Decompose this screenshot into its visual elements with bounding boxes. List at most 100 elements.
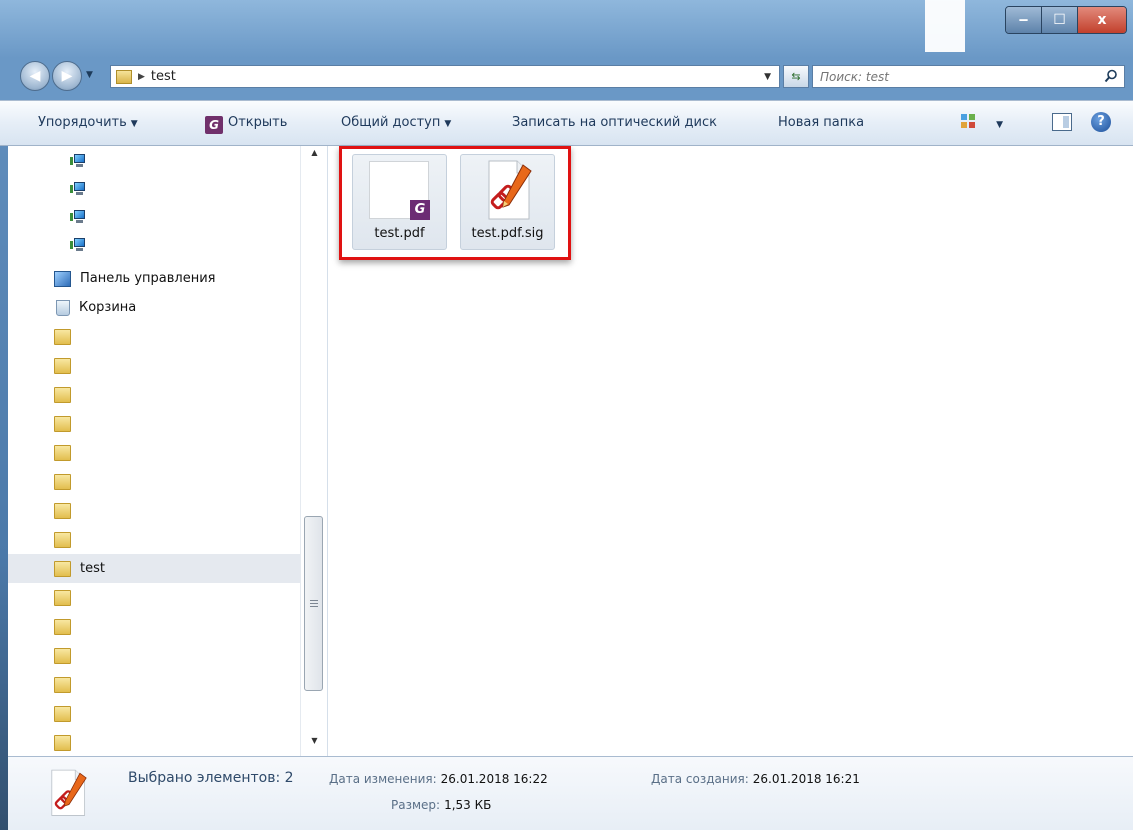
breadcrumb-chevron-icon[interactable]: ▶: [138, 72, 145, 82]
signature-file-icon: [51, 769, 87, 816]
nav-item-folder[interactable]: [8, 467, 308, 496]
help-button[interactable]: ?: [1091, 112, 1111, 132]
refresh-button[interactable]: ⇆: [783, 65, 809, 88]
share-label: Общий доступ: [341, 115, 441, 130]
folder-icon: [54, 531, 71, 548]
folder-icon: [54, 618, 71, 635]
folder-icon: [54, 589, 71, 606]
search-input[interactable]: [813, 68, 1083, 85]
title-glow: [925, 0, 965, 52]
folder-icon: [54, 734, 71, 751]
nav-item-folder[interactable]: [8, 641, 308, 670]
nav-item-computer[interactable]: [8, 230, 308, 259]
change-view-button[interactable]: ▼: [960, 113, 1003, 135]
preview-pane-button[interactable]: [1052, 113, 1072, 131]
nav-item-test-folder[interactable]: test: [8, 554, 308, 583]
folder-icon: [54, 473, 71, 490]
breadcrumb-test[interactable]: test: [151, 69, 176, 84]
view-icon: [961, 114, 975, 128]
network-computer-icon: [70, 153, 86, 169]
nav-item-folder[interactable]: [8, 351, 308, 380]
nav-scrollbar[interactable]: ▲ ▼: [300, 146, 327, 756]
file-size: Размер: 1,53 КБ: [391, 798, 492, 812]
nav-item-control-panel[interactable]: Панель управления: [8, 264, 308, 293]
open-label: Открыть: [228, 115, 288, 130]
folder-icon: [54, 676, 71, 693]
pdf-file-icon: G: [369, 161, 430, 220]
address-bar[interactable]: ▶ test ▼: [110, 65, 780, 88]
navigation-pane: Панель управления Корзина test: [8, 146, 328, 756]
selected-count: Выбрано элементов: 2: [128, 770, 294, 786]
network-computer-icon: [70, 181, 86, 197]
explorer-window: ‒ ☐ x ◀ ▶ ▼ ▶ test ▼ ⇆ Упорядочить▼ GОтк…: [0, 0, 1133, 830]
file-list[interactable]: G test.pdf test.pdf.sig: [328, 146, 1133, 756]
window-border: [0, 146, 8, 830]
file-item-pdf[interactable]: G test.pdf: [352, 154, 447, 250]
folder-icon: [54, 560, 71, 577]
folder-icon: [116, 69, 132, 84]
folder-icon: [54, 502, 71, 519]
recycle-bin-icon: [56, 299, 70, 316]
caption-buttons: ‒ ☐ x: [1005, 6, 1127, 34]
nav-item-computer[interactable]: [8, 146, 308, 175]
nav-item-folder[interactable]: [8, 496, 308, 525]
share-button[interactable]: Общий доступ ▼: [341, 115, 451, 130]
close-button[interactable]: x: [1078, 7, 1126, 33]
nav-item-folder[interactable]: [8, 322, 308, 351]
nav-item-folder[interactable]: [8, 409, 308, 438]
search-icon[interactable]: [1104, 69, 1118, 83]
nav-item-folder[interactable]: [8, 380, 308, 409]
reader-app-icon: G: [205, 116, 223, 134]
forward-button[interactable]: ▶: [52, 61, 82, 91]
folder-icon: [54, 444, 71, 461]
maximize-button[interactable]: ☐: [1042, 7, 1078, 33]
nav-item-computer[interactable]: [8, 174, 308, 203]
scroll-thumb[interactable]: [304, 516, 323, 691]
title-bar[interactable]: ‒ ☐ x: [0, 0, 1133, 52]
nav-item-folder[interactable]: [8, 728, 308, 756]
folder-icon: [54, 647, 71, 664]
scroll-down-icon[interactable]: ▼: [301, 736, 328, 756]
nav-item-folder[interactable]: [8, 612, 308, 641]
minimize-button[interactable]: ‒: [1006, 7, 1042, 33]
burn-label: Записать на оптический диск: [512, 115, 717, 130]
modified-date: Дата изменения: 26.01.2018 16:22: [329, 772, 548, 786]
details-pane: Выбрано элементов: 2 Дата изменения: 26.0…: [8, 756, 1133, 830]
grip-icon: [310, 600, 318, 607]
nav-item-folder[interactable]: [8, 670, 308, 699]
new-folder-button[interactable]: Новая папка: [778, 115, 864, 130]
nav-item-folder[interactable]: [8, 525, 308, 554]
nav-item-computer[interactable]: [8, 202, 308, 231]
nav-item-folder[interactable]: [8, 583, 308, 612]
scroll-up-icon[interactable]: ▲: [301, 148, 328, 168]
recent-pages-dropdown[interactable]: ▼: [86, 70, 93, 80]
refresh-icon: ⇆: [791, 70, 801, 83]
command-bar: Упорядочить ▼ G Открыть Общий доступ ▼ Запи…: [0, 100, 1133, 146]
view-dropdown-icon[interactable]: ▼: [996, 120, 1003, 130]
created-date: Дата создания: 26.01.2018 16:21: [651, 772, 860, 786]
new-folder-label: Новая папка: [778, 115, 865, 130]
nav-item-folder[interactable]: [8, 699, 308, 728]
folder-icon: [54, 415, 71, 432]
burn-disc-button[interactable]: Записать на оптический диск: [512, 115, 717, 130]
folder-icon: [54, 705, 71, 722]
nav-item-folder[interactable]: [8, 438, 308, 467]
file-item-sig[interactable]: test.pdf.sig: [460, 154, 555, 250]
nav-item-recycle-bin[interactable]: Корзина: [8, 293, 308, 322]
organize-button[interactable]: Упорядочить ▼: [38, 115, 138, 130]
dropdown-arrow-icon: ▼: [444, 119, 452, 129]
address-row: ◀ ▶ ▼ ▶ test ▼ ⇆: [0, 52, 1133, 100]
search-box[interactable]: [812, 65, 1125, 88]
organize-label: Упорядочить: [38, 115, 127, 130]
back-button[interactable]: ◀: [20, 61, 50, 91]
network-computer-icon: [70, 209, 86, 225]
signature-file-icon: [488, 160, 532, 220]
network-computer-icon: [70, 237, 86, 253]
open-button[interactable]: G Открыть: [205, 115, 287, 134]
dropdown-arrow-icon: ▼: [130, 119, 138, 129]
arrow-right-icon: ▶: [61, 68, 73, 84]
address-dropdown-icon[interactable]: ▼: [764, 72, 771, 82]
file-name: test.pdf: [374, 226, 425, 241]
file-name: test.pdf.sig: [471, 226, 544, 241]
folder-icon: [54, 328, 71, 345]
